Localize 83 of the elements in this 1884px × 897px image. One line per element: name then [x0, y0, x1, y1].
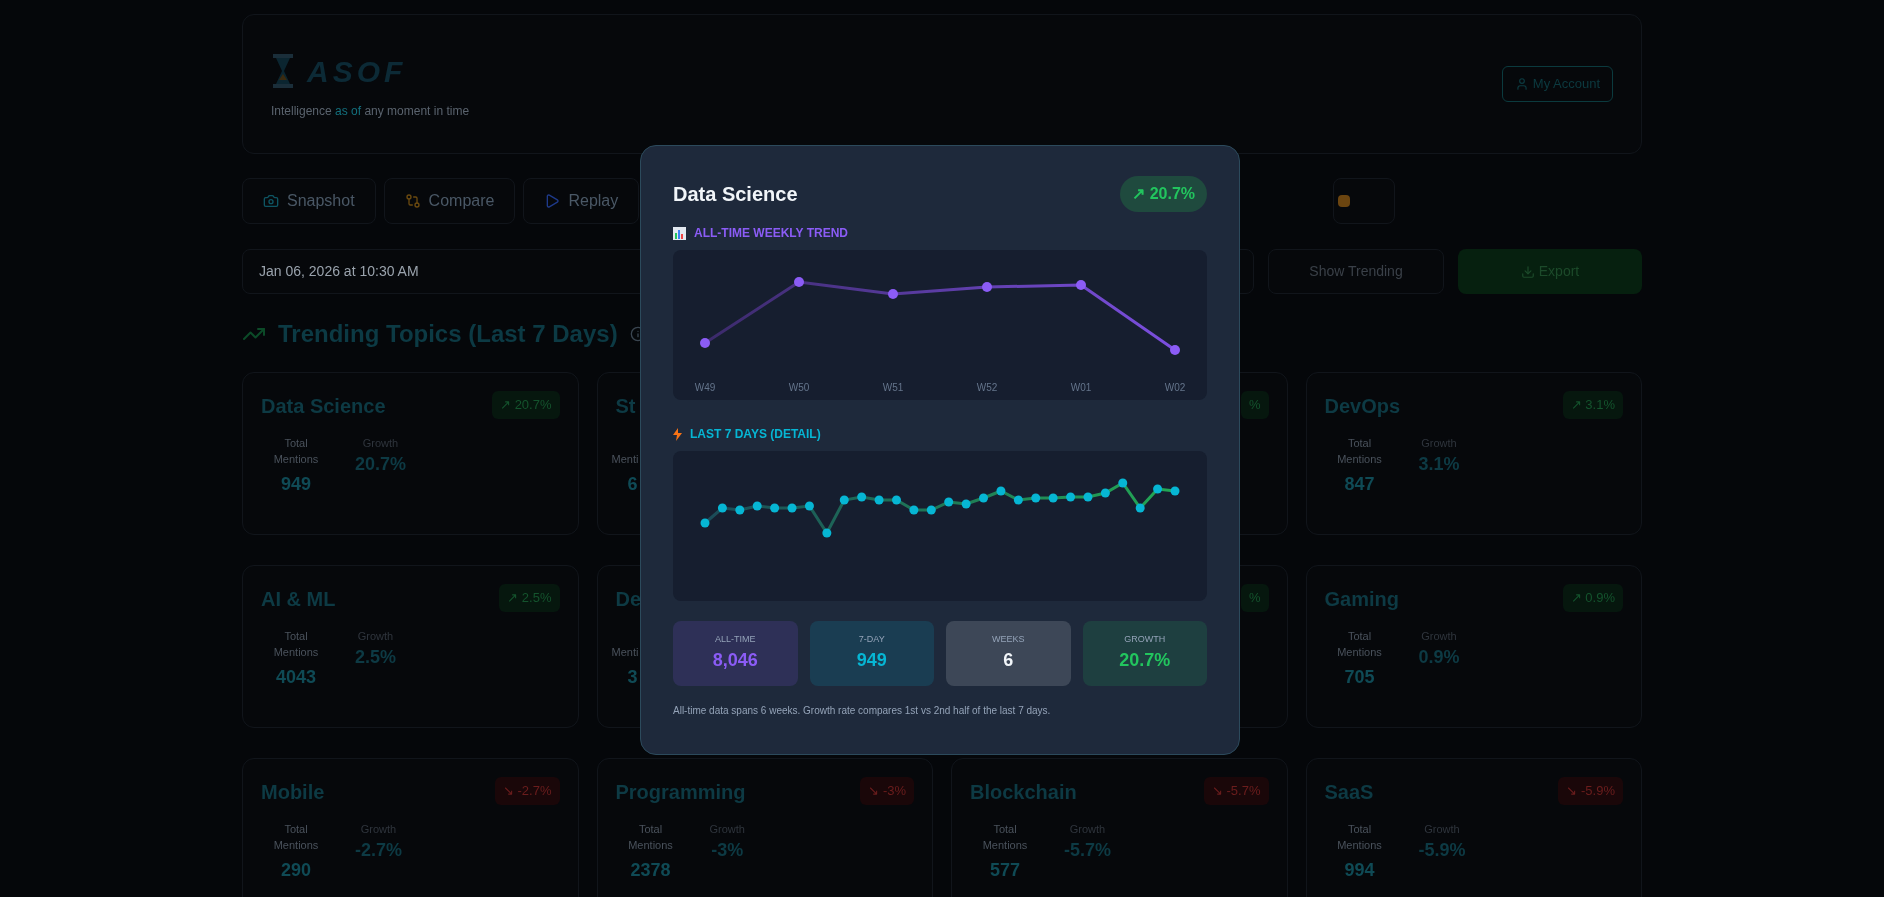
stat-label: Total Mentions: [627, 822, 674, 853]
growth-value: -3%: [711, 839, 744, 862]
mentions-value: 3: [627, 666, 638, 689]
show-trending-button[interactable]: Show Trending: [1268, 249, 1444, 294]
stat-label: WEEKS: [992, 633, 1025, 647]
stat-label: 7-DAY: [858, 633, 885, 647]
dialog-title: Data Science: [673, 182, 798, 207]
download-icon: [1520, 264, 1535, 279]
growth-badge: ↗ 2.5%: [499, 584, 560, 612]
footnote: All-time data spans 6 weeks. Growth rate compares 1st vs 2nd half of the last 7 days.: [673, 704, 1052, 718]
toolbar-button[interactable]: Snapshot: [242, 178, 376, 224]
section-label: ALL-TIME WEEKLY TREND: [694, 225, 848, 242]
stat-label: Total Mentions: [1336, 822, 1383, 853]
topic-title: DevOps: [1324, 394, 1401, 419]
topic-title: SaaS: [1324, 780, 1374, 805]
stat-label: GROWTH: [1124, 633, 1166, 647]
user-icon: [1514, 77, 1529, 91]
stat-label: Total Mentions: [272, 822, 320, 853]
axis-label: W02: [1164, 381, 1186, 395]
mentions-value: 705: [1344, 666, 1375, 689]
hourglass-icon: [271, 53, 295, 89]
section-title: Trending Topics (Last 7 Days): [278, 319, 618, 349]
topic-title: Programming: [615, 780, 746, 805]
topic-title: St: [615, 394, 636, 419]
growth-badge: ↗ 20.7%: [492, 391, 560, 419]
mentions-value: 6: [627, 473, 638, 496]
stat-value: 8,046: [712, 648, 758, 672]
lightning-icon: [673, 427, 682, 441]
stat-label: Total Mentions: [272, 629, 320, 660]
growth-badge: ↗ 20.7%: [1120, 176, 1207, 212]
growth-badge: ↘ -5.7%: [1203, 777, 1269, 805]
topic-title: Gaming: [1324, 587, 1399, 612]
stat-label: Total Mentions: [272, 436, 320, 467]
mentions-value: 2378: [630, 859, 671, 882]
section-label: LAST 7 DAYS (DETAIL): [690, 426, 821, 443]
topic-title: AI & ML: [261, 587, 336, 612]
tagline: Intelligence as of any moment in time: [271, 102, 470, 120]
growth-value: 2.5%: [355, 646, 397, 669]
axis-label: W01: [1070, 381, 1092, 395]
stat-label: Menti: [611, 645, 639, 660]
stat-value: 20.7%: [1119, 648, 1171, 672]
growth-value: -2.7%: [355, 839, 403, 862]
mentions-value: 577: [989, 859, 1020, 882]
stat-label: Total Mentions: [981, 822, 1029, 853]
stat-label: Total Mentions: [1336, 436, 1383, 467]
stat-label: ALL-TIME: [715, 633, 756, 647]
compare-icon: [404, 193, 421, 209]
stat-value: 6: [1003, 648, 1014, 672]
growth-value: 3.1%: [1418, 453, 1460, 476]
topic-title: Mobile: [261, 780, 325, 805]
growth-badge: ↗ 3.1%: [1562, 391, 1623, 419]
axis-label: W50: [788, 381, 810, 395]
topic-title: Blockchain: [970, 780, 1077, 805]
mentions-value: 290: [280, 859, 311, 882]
growth-badge: %: [1240, 391, 1269, 419]
toolbar-button[interactable]: Replay: [523, 178, 640, 224]
bar-chart-icon: [673, 226, 686, 240]
camera-icon: [263, 193, 279, 209]
mentions-value: 847: [1344, 473, 1375, 496]
stat-label: Total Mentions: [1336, 629, 1383, 660]
stat-value: 949: [856, 648, 887, 672]
growth-badge: ↘ -5.9%: [1558, 777, 1623, 805]
alert-icon: [1338, 195, 1351, 207]
mentions-value: 994: [1344, 859, 1375, 882]
growth-value: -5.7%: [1064, 839, 1112, 862]
growth-value: 0.9%: [1418, 646, 1460, 669]
mentions-value: 4043: [275, 666, 316, 689]
toolbar-button[interactable]: Compare: [383, 178, 516, 224]
stat-label: Menti: [611, 452, 639, 467]
mentions-value: 949: [280, 473, 311, 496]
growth-badge: %: [1240, 584, 1269, 612]
growth-badge: ↘ -3%: [860, 777, 914, 805]
growth-value: -5.9%: [1418, 839, 1466, 862]
axis-label: W52: [976, 381, 998, 395]
growth-badge: ↘ -2.7%: [494, 777, 560, 805]
topic-title: De: [615, 587, 642, 612]
play-icon: [544, 193, 561, 209]
toolbar-button[interactable]: [1333, 178, 1396, 224]
growth-value: 20.7%: [355, 453, 407, 476]
axis-label: W49: [694, 381, 716, 395]
growth-badge: ↗ 0.9%: [1562, 584, 1623, 612]
topic-title: Data Science: [261, 394, 386, 419]
axis-label: W51: [882, 381, 904, 395]
